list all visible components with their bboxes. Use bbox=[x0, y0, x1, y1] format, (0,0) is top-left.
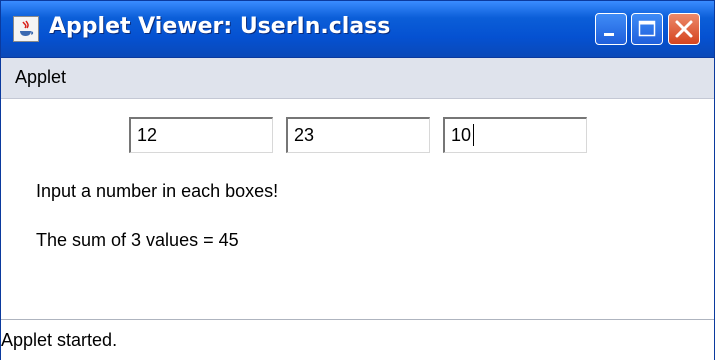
close-icon bbox=[675, 20, 693, 38]
number-field-3[interactable] bbox=[443, 117, 587, 153]
minimize-icon bbox=[604, 33, 614, 36]
maximize-icon bbox=[638, 20, 656, 37]
title-bar[interactable]: Applet Viewer: UserIn.class bbox=[1, 1, 714, 58]
menu-bar: Applet bbox=[1, 58, 714, 99]
minimize-button[interactable] bbox=[595, 13, 627, 45]
menu-applet[interactable]: Applet bbox=[15, 67, 66, 88]
maximize-button[interactable] bbox=[631, 13, 663, 45]
text-caret bbox=[473, 124, 474, 146]
sum-result-label: The sum of 3 values = 45 bbox=[36, 230, 239, 250]
java-applet-icon bbox=[13, 16, 39, 42]
applet-viewer-window: Applet Viewer: UserIn.class Applet Input… bbox=[0, 0, 715, 360]
number-field-2[interactable] bbox=[286, 117, 430, 153]
status-bar: Applet started. bbox=[1, 319, 714, 360]
window-title: Applet Viewer: UserIn.class bbox=[49, 14, 391, 39]
prompt-label: Input a number in each boxes! bbox=[36, 181, 279, 201]
applet-panel: Input a number in each boxes! The sum of… bbox=[1, 99, 714, 319]
number-field-1[interactable] bbox=[129, 117, 273, 153]
close-button[interactable] bbox=[668, 13, 700, 45]
status-text: Applet started. bbox=[1, 330, 118, 350]
